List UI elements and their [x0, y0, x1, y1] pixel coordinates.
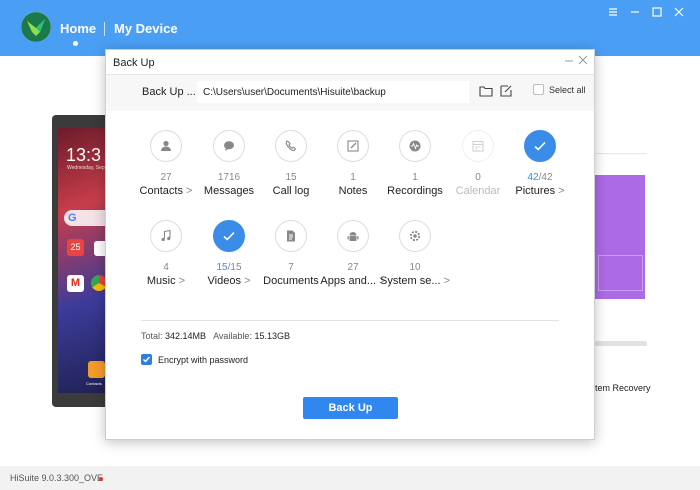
- phone-icon[interactable]: [275, 130, 307, 162]
- chevron-right-icon[interactable]: >: [555, 185, 564, 197]
- chevron-right-icon[interactable]: >: [176, 275, 185, 287]
- backup-dialog: Back Up Back Up ... Select all 27 Contact…: [105, 49, 595, 440]
- calendar-app-icon: 25: [67, 239, 84, 256]
- category-count-value: 4: [163, 262, 169, 273]
- dialog-title: Back Up: [113, 57, 155, 69]
- category-count-total: /42: [538, 172, 553, 183]
- backup-path-label: Back Up ...: [142, 86, 196, 98]
- music-icon[interactable]: [150, 220, 182, 252]
- total-label: Total:: [141, 331, 163, 341]
- available-label: Available:: [213, 331, 252, 341]
- waveform-icon[interactable]: [399, 130, 431, 162]
- gear-icon[interactable]: [399, 220, 431, 252]
- category-label-text: Notes: [338, 185, 368, 197]
- category-label-text: Calendar: [455, 185, 501, 197]
- category-count: 42/42: [502, 172, 578, 184]
- category-pictures[interactable]: 42/42 Pictures >: [502, 130, 578, 197]
- total-value: 342.14MB: [165, 331, 207, 341]
- category-label-text: Documents: [263, 275, 319, 287]
- select-all-checkbox[interactable]: [533, 84, 544, 95]
- encrypt-checkbox[interactable]: [141, 354, 152, 365]
- category-count-value: 10: [409, 262, 421, 273]
- select-all-label: Select all: [549, 84, 586, 95]
- maximize-icon[interactable]: [650, 6, 664, 20]
- grid-divider: [141, 320, 559, 321]
- backup-path-row: Back Up ... Select all: [106, 75, 594, 111]
- minimize-icon[interactable]: [628, 6, 642, 20]
- category-count-value: 42: [527, 172, 539, 183]
- app-header: Home My Device: [0, 0, 700, 56]
- category-count-value: 1716: [217, 172, 241, 183]
- feature-card-illustration: [598, 255, 643, 291]
- check-icon[interactable]: [524, 130, 556, 162]
- category-label-text: Messages: [203, 185, 255, 197]
- android-icon[interactable]: [337, 220, 369, 252]
- status-bar: HiSuite 9.0.3.300_OVE: [0, 467, 700, 490]
- category-label-text: Videos: [207, 275, 241, 287]
- category-count-value: 0: [475, 172, 481, 183]
- folder-icon[interactable]: [479, 84, 493, 98]
- category-label-text: System se...: [379, 275, 441, 287]
- category-label-text: Apps and...: [320, 275, 377, 287]
- category-label-text: Music: [146, 275, 176, 287]
- system-recovery-link[interactable]: tem Recovery: [595, 383, 651, 393]
- panel-divider: [595, 153, 647, 154]
- menu-icon[interactable]: [606, 6, 620, 20]
- hisuite-logo-icon: [21, 12, 51, 42]
- backup-button[interactable]: Back Up: [303, 397, 398, 419]
- select-all-toggle[interactable]: Select all: [533, 84, 586, 95]
- person-icon[interactable]: [150, 130, 182, 162]
- note-icon[interactable]: [337, 130, 369, 162]
- storage-info: Total: 342.14MB Available: 15.13GB: [141, 331, 290, 341]
- chevron-right-icon[interactable]: >: [241, 275, 250, 287]
- nav-divider: [104, 22, 105, 36]
- close-icon[interactable]: [672, 6, 686, 20]
- category-count-value: 7: [288, 262, 294, 273]
- category-label-text: Contacts: [139, 185, 183, 197]
- category-count-value: 1: [350, 172, 356, 183]
- dialog-minimize-icon[interactable]: [564, 55, 574, 69]
- message-icon[interactable]: [213, 130, 245, 162]
- document-icon[interactable]: [275, 220, 307, 252]
- category-label: System se... >: [377, 275, 453, 287]
- category-count-value: 27: [160, 172, 172, 183]
- active-tab-indicator: [73, 41, 78, 46]
- update-indicator: [99, 477, 103, 481]
- progress-track: [595, 341, 647, 346]
- category-label-text: Call log: [272, 185, 310, 197]
- nav-my-device-tab[interactable]: My Device: [114, 21, 178, 36]
- version-label: HiSuite 9.0.3.300_OVE: [10, 473, 104, 483]
- dialog-close-icon[interactable]: [578, 54, 588, 68]
- category-label-text: Pictures: [515, 185, 556, 197]
- category-label-text: Recordings: [387, 185, 443, 197]
- category-count-value: 1: [412, 172, 418, 183]
- category-count-value: 15: [216, 262, 228, 273]
- contacts-app-label: Contacts: [86, 381, 102, 386]
- device-clock: 13:3: [66, 145, 102, 165]
- available-value: 15.13GB: [254, 331, 290, 341]
- category-label: Pictures >: [502, 185, 578, 197]
- category-count-value: 27: [347, 262, 359, 273]
- check-icon[interactable]: [213, 220, 245, 252]
- encrypt-label: Encrypt with password: [158, 354, 249, 365]
- calendar-icon: [462, 130, 494, 162]
- category-count-value: 15: [285, 172, 297, 183]
- chevron-right-icon[interactable]: >: [441, 275, 450, 287]
- category-count-total: /15: [227, 262, 242, 273]
- encrypt-option[interactable]: Encrypt with password: [141, 354, 248, 365]
- device-date: Wednesday, Sep: [67, 165, 105, 171]
- edit-icon[interactable]: [499, 84, 513, 98]
- category-count: 10: [377, 262, 453, 274]
- category-system-se[interactable]: 10 System se... >: [377, 220, 453, 287]
- contacts-app-icon: [88, 361, 105, 378]
- backup-path-input[interactable]: [197, 81, 469, 103]
- nav-home-tab[interactable]: Home: [60, 21, 96, 36]
- gmail-app-icon: M: [67, 275, 84, 292]
